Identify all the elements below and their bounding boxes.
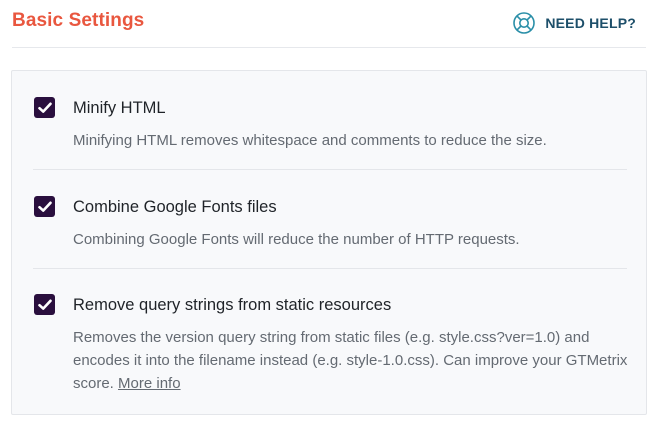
need-help-label: NEED HELP? — [545, 15, 636, 31]
lifebuoy-icon — [512, 11, 536, 35]
basic-settings-page: Basic Settings NEED HELP? Minify HTML Mi… — [0, 0, 658, 426]
checkmark-icon — [37, 299, 52, 310]
remove-query-strings-label[interactable]: Remove query strings from static resourc… — [73, 294, 391, 316]
need-help-button[interactable]: NEED HELP? — [512, 11, 636, 35]
page-title: Basic Settings — [12, 10, 145, 31]
divider — [33, 268, 627, 269]
minify-html-checkbox[interactable] — [34, 97, 55, 118]
remove-query-strings-description: Removes the version query string from st… — [73, 326, 633, 395]
minify-html-label[interactable]: Minify HTML — [73, 97, 166, 119]
minify-html-description: Minifying HTML removes whitespace and co… — [73, 132, 547, 149]
more-info-link[interactable]: More info — [118, 375, 181, 392]
checkmark-icon — [37, 201, 52, 212]
remove-query-strings-checkbox[interactable] — [34, 294, 55, 315]
settings-header: Basic Settings NEED HELP? — [12, 0, 646, 48]
divider — [33, 169, 627, 170]
combine-google-fonts-checkbox[interactable] — [34, 196, 55, 217]
combine-google-fonts-label[interactable]: Combine Google Fonts files — [73, 196, 277, 218]
checkmark-icon — [37, 102, 52, 113]
settings-panel: Minify HTML Minifying HTML removes white… — [11, 70, 647, 415]
combine-google-fonts-description: Combining Google Fonts will reduce the n… — [73, 231, 520, 248]
